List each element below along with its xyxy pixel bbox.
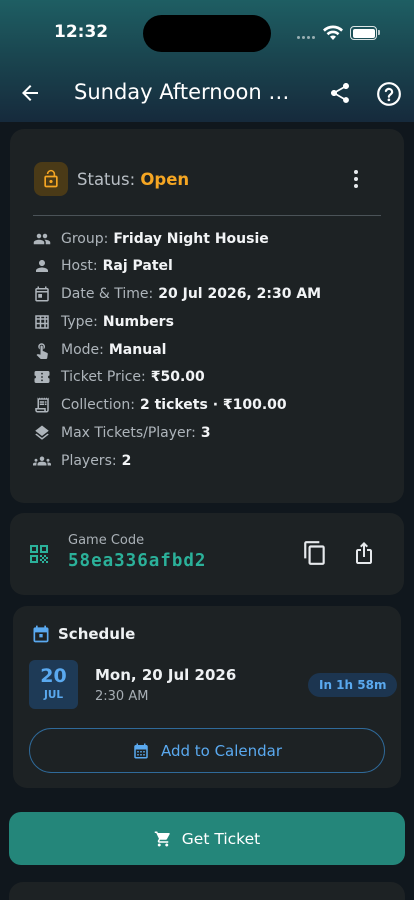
- countdown-badge: In 1h 58m: [308, 673, 398, 697]
- add-to-calendar-button[interactable]: Add to Calendar: [29, 728, 385, 773]
- receipt-icon: [32, 395, 52, 415]
- add-to-calendar-label: Add to Calendar: [160, 741, 283, 760]
- date-day: 20: [40, 665, 67, 687]
- grid-icon: [32, 312, 52, 332]
- battery-icon: [350, 26, 380, 40]
- qr-code-icon: [30, 545, 48, 563]
- date-badge: 20 JUL: [29, 660, 78, 709]
- cart-icon: [154, 830, 172, 848]
- players-icon: [32, 451, 52, 471]
- info-row-players: Players: 2: [32, 451, 131, 471]
- info-value: 2: [121, 453, 132, 469]
- info-label: Players:: [61, 453, 117, 469]
- calendar-icon: [32, 284, 52, 304]
- status-value: Open: [140, 170, 190, 189]
- info-value: Friday Night Housie: [113, 231, 269, 247]
- back-arrow-icon[interactable]: [18, 81, 42, 105]
- info-row-group: Group: Friday Night Housie: [32, 229, 269, 249]
- divider: [33, 215, 381, 216]
- info-row-host: Host: Raj Patel: [32, 256, 173, 276]
- info-row-collection: Collection: 2 tickets · ₹100.00: [32, 395, 287, 415]
- schedule-time: 2:30 AM: [95, 689, 149, 704]
- info-value: 3: [200, 425, 211, 441]
- schedule-card: Schedule 20 JUL Mon, 20 Jul 2026 2:30 AM…: [13, 606, 401, 788]
- page-title: Sunday Afternoon Ta...: [74, 80, 296, 104]
- share-icon[interactable]: [328, 81, 352, 105]
- cellular-signal-icon: [297, 36, 315, 39]
- game-status: Status: Open: [77, 170, 189, 189]
- get-ticket-button[interactable]: Get Ticket: [9, 812, 405, 865]
- schedule-date: Mon, 20 Jul 2026: [95, 666, 237, 684]
- game-code-label: Game Code: [68, 533, 145, 548]
- game-code-card: Game Code 58ea336afbd2: [10, 513, 404, 595]
- info-value: 2 tickets · ₹100.00: [139, 397, 287, 413]
- info-label: Collection:: [61, 397, 135, 413]
- date-month: JUL: [43, 689, 64, 701]
- next-section-card: [9, 882, 405, 900]
- info-value: Numbers: [102, 314, 174, 330]
- schedule-title: Schedule: [58, 625, 136, 643]
- info-label: Group:: [61, 231, 109, 247]
- layers-icon: [32, 423, 52, 443]
- status-label: Status:: [77, 170, 136, 189]
- info-value: Raj Patel: [102, 258, 173, 274]
- more-options-icon[interactable]: [348, 168, 364, 190]
- info-label: Date & Time:: [61, 286, 154, 302]
- person-icon: [32, 256, 52, 276]
- lock-open-icon: [34, 162, 68, 196]
- info-label: Host:: [61, 258, 98, 274]
- dynamic-island: [143, 15, 271, 52]
- info-row-type: Type: Numbers: [32, 312, 174, 332]
- calendar-add-icon: [132, 742, 150, 760]
- info-label: Type:: [61, 314, 98, 330]
- info-label: Mode:: [61, 342, 104, 358]
- calendar-icon: [33, 625, 49, 643]
- status-time: 12:32: [54, 22, 109, 42]
- touch-icon: [32, 340, 52, 360]
- group-icon: [32, 229, 52, 249]
- info-value: 20 Jul 2026, 2:30 AM: [158, 286, 322, 302]
- info-row-max-tickets: Max Tickets/Player: 3: [32, 423, 211, 443]
- game-info-card: Status: Open Group: Friday Night Housie …: [10, 129, 404, 503]
- info-value: ₹50.00: [150, 369, 205, 385]
- wifi-icon: [323, 25, 343, 40]
- ticket-icon: [32, 367, 52, 387]
- info-row-mode: Mode: Manual: [32, 340, 166, 360]
- app-bar: 12:32 Sunday Afternoon Ta...: [0, 0, 414, 122]
- copy-icon[interactable]: [302, 540, 328, 566]
- get-ticket-label: Get Ticket: [181, 829, 261, 848]
- info-label: Ticket Price:: [61, 369, 146, 385]
- info-value: Manual: [108, 342, 167, 358]
- info-row-date-time: Date & Time: 20 Jul 2026, 2:30 AM: [32, 284, 321, 304]
- share-upload-icon[interactable]: [352, 540, 376, 566]
- info-label: Max Tickets/Player:: [61, 425, 196, 441]
- help-icon[interactable]: [376, 81, 402, 107]
- game-code-value: 58ea336afbd2: [68, 551, 207, 571]
- info-row-ticket-price: Ticket Price: ₹50.00: [32, 367, 205, 387]
